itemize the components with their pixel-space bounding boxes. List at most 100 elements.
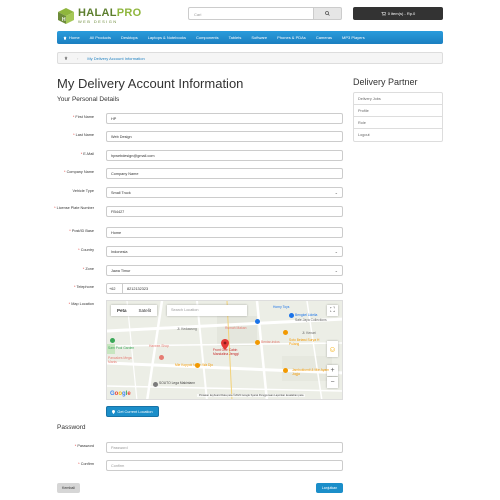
fullscreen-icon[interactable]: ⛶ (327, 305, 338, 316)
logo-text-halal: HALAL (78, 6, 117, 19)
poi-food-icon (283, 368, 288, 373)
map-label: Mie Kopyok Mbah Wa Djo (175, 363, 213, 367)
zoom-out-button[interactable]: − (327, 377, 338, 388)
sidebar-title: Delivery Partner (353, 77, 418, 87)
home-icon (63, 35, 67, 40)
poi-food-icon (283, 330, 288, 335)
search-input[interactable]: Cari (188, 7, 314, 20)
search-button[interactable] (314, 7, 342, 20)
map-tab-map[interactable]: Peta (111, 305, 133, 316)
poi-park-icon (110, 338, 115, 343)
menu-item-home[interactable]: Home (63, 35, 80, 40)
password-row: * Password Password (57, 442, 343, 453)
map-search-input[interactable]: Search Location (167, 305, 247, 316)
license-label: * License Plate Number (54, 206, 94, 210)
first-name-field[interactable]: HP (106, 113, 343, 124)
chevron-down-icon: ⌄ (334, 268, 338, 273)
license-field[interactable]: FB4427 (106, 206, 343, 217)
confirm-label: * Confirm (78, 462, 94, 466)
menu-item-label: MP3 Players (342, 35, 365, 40)
logo-text-pro: PRO (116, 6, 142, 19)
map-label: Rumah Makan (225, 326, 247, 330)
email-field[interactable]: hpwebdesign@gmail.com (106, 150, 343, 161)
menu-item-mp3[interactable]: MP3 Players (342, 35, 365, 40)
map-attribution[interactable]: Pintasan keyboard Data peta ©2023 Google… (197, 394, 306, 397)
email-row: * E-Mail hpwebdesign@gmail.com (57, 150, 343, 161)
search-bar: Cari (188, 7, 342, 20)
telephone-label: * Telephone (74, 285, 94, 289)
map-label: Pancakes Mega Manis (108, 356, 132, 364)
map-widget[interactable]: Peta Satelit Search Location ⛶ ☺ + − Hor… (106, 300, 343, 400)
company-row: * Company Name Company Name (57, 168, 343, 179)
last-name-field[interactable]: Web Design (106, 131, 343, 142)
main-menu: Home All Products Desktops Laptops & Not… (57, 31, 443, 44)
post-base-field[interactable]: Home (106, 227, 343, 238)
menu-item-all-products[interactable]: All Products (90, 35, 111, 40)
map-label: Bentar-indos (261, 340, 280, 344)
menu-item-label: Laptops & Notebooks (147, 35, 186, 40)
home-icon (64, 55, 68, 60)
telephone-field[interactable]: 8212132323 (123, 283, 343, 294)
sidebar-item-role[interactable]: Role (354, 117, 442, 129)
vehicle-row: Vehicle Type Small Truck ⌄ (57, 187, 343, 198)
poi-store-icon (255, 319, 260, 324)
menu-item-laptops[interactable]: Laptops & Notebooks (148, 35, 186, 40)
sidebar-item-profile[interactable]: Profile (354, 105, 442, 117)
get-current-location-button[interactable]: Get Current Location (106, 406, 159, 417)
back-button[interactable]: Kembali (57, 483, 80, 493)
sidebar-item-logout[interactable]: Logout (354, 129, 442, 141)
menu-item-components[interactable]: Components (196, 35, 219, 40)
telephone-row: * Telephone +62 8212132323 (57, 283, 343, 294)
vehicle-label: Vehicle Type (72, 189, 94, 193)
map-location-label: * Map Location (68, 302, 94, 306)
page-title: My Delivery Account Information (57, 76, 244, 91)
password-field[interactable]: Password (106, 442, 343, 453)
post-base-label: * Post/ID Base (69, 229, 94, 233)
map-label: Front One Cabin Mandalina Jenggi (213, 348, 239, 356)
map-label: SOUTO Lega Makintann (159, 381, 196, 385)
menu-item-label: Software (251, 35, 268, 40)
license-row: * License Plate Number FB4427 (54, 206, 343, 217)
map-label: Soto Betawi Surya H Pulang (289, 338, 320, 346)
map-label: Jl. Kenari (302, 331, 316, 335)
confirm-field[interactable]: Confirm (106, 460, 343, 471)
map-tab-satellite[interactable]: Satelit (133, 305, 158, 316)
menu-item-label: Tablets (228, 35, 242, 40)
sidebar-item-delivery-jobs[interactable]: Delivery Jobs (354, 93, 442, 105)
chevron-down-icon: ⌄ (334, 249, 338, 254)
vehicle-select[interactable]: Small Truck ⌄ (106, 187, 343, 198)
zone-select[interactable]: Jawa Timur ⌄ (106, 265, 343, 276)
menu-item-phones[interactable]: Phones & PDAs (277, 35, 306, 40)
country-select[interactable]: Indonesia ⌄ (106, 246, 343, 257)
phone-country-code[interactable]: +62 (106, 283, 123, 294)
sidebar-menu: Delivery Jobs Profile Role Logout (353, 92, 443, 142)
country-label: * Country (78, 248, 94, 252)
first-name-row: * First Name HP (57, 113, 343, 124)
google-logo: Google (110, 391, 131, 397)
menu-item-cameras[interactable]: Cameras (316, 35, 332, 40)
poi-shop-icon (159, 355, 164, 360)
menu-item-label: Cameras (315, 35, 333, 40)
map-label: Horny Toys (273, 305, 290, 309)
post-base-row: * Post/ID Base Home (57, 227, 343, 238)
breadcrumb-home-link[interactable] (64, 55, 68, 61)
breadcrumb-current[interactable]: My Delivery Account Information (87, 56, 144, 61)
menu-item-tablets[interactable]: Tablets (229, 35, 242, 40)
company-field[interactable]: Company Name (106, 168, 343, 179)
cart-label: 0 item(s) - Rp.0 (387, 11, 416, 16)
password-heading: Password (57, 424, 86, 431)
menu-item-software[interactable]: Software (251, 35, 267, 40)
cart-button[interactable]: 0 item(s) - Rp.0 (353, 7, 443, 20)
breadcrumb-separator: › (77, 55, 79, 61)
country-row: * Country Indonesia ⌄ (57, 246, 343, 257)
map-label: Jambuklundi & Mie Ayam Jogja (292, 368, 329, 376)
email-label: * E-Mail (80, 152, 94, 156)
map-label: Sam Pool Garden (108, 346, 135, 350)
logo-tagline: WEB DESIGN (78, 18, 118, 24)
continue-button[interactable]: Lanjutkan (316, 483, 343, 493)
personal-details-heading: Your Personal Details (57, 96, 120, 103)
menu-item-desktops[interactable]: Desktops (121, 35, 138, 40)
menu-item-label: Desktops (121, 35, 138, 40)
logo[interactable]: H HALALPRO WEB DESIGN (57, 6, 142, 25)
street-view-icon[interactable]: ☺ (327, 341, 338, 357)
